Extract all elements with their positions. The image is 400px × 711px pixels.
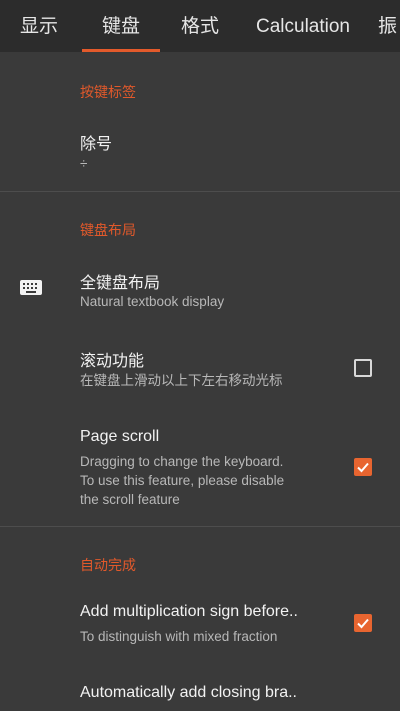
settings-list: 按键标签 除号 ÷ 键盘布局 全键盘布局 Natural textbook di… bbox=[0, 52, 400, 711]
full-keyboard-layout-subtitle: Natural textbook display bbox=[80, 294, 225, 309]
page-scroll-subtitle-line-3: the scroll feature bbox=[80, 492, 180, 507]
scroll-function-subtitle: 在键盘上滑动以上下左右移动光标 bbox=[80, 373, 283, 388]
division-sign-value: ÷ bbox=[80, 156, 88, 171]
page-scroll-title: Page scroll bbox=[80, 428, 160, 445]
page-scroll-checkbox[interactable] bbox=[354, 458, 372, 476]
checkmark-icon bbox=[357, 618, 369, 629]
division-sign-setting[interactable]: 除号 ÷ bbox=[0, 114, 400, 190]
keyboard-icon bbox=[20, 280, 42, 295]
page-scroll-subtitle-line-1: Dragging to change the keyboard. bbox=[80, 454, 284, 469]
section-header-keyboard-layout: 键盘布局 bbox=[80, 222, 136, 238]
page-scroll-subtitle-line-2: To use this feature, please disable bbox=[80, 473, 285, 488]
add-multiplication-setting[interactable]: Add multiplication sign before.. To dist… bbox=[0, 588, 400, 656]
division-sign-title: 除号 bbox=[80, 136, 113, 153]
page-scroll-setting[interactable]: Page scroll Dragging to change the keybo… bbox=[0, 414, 400, 514]
add-multiplication-checkbox[interactable] bbox=[354, 614, 372, 632]
add-multiplication-subtitle: To distinguish with mixed fraction bbox=[80, 629, 278, 644]
scroll-function-setting[interactable]: 滚动功能 在键盘上滑动以上下左右移动光标 bbox=[0, 332, 400, 402]
auto-closing-bracket-setting[interactable]: Automatically add closing bra.. bbox=[0, 670, 400, 711]
full-keyboard-layout-setting[interactable]: 全键盘布局 Natural textbook display bbox=[0, 252, 400, 324]
checkmark-icon bbox=[357, 462, 369, 473]
full-keyboard-layout-title: 全键盘布局 bbox=[80, 275, 161, 292]
section-divider bbox=[0, 526, 400, 527]
section-header-key-labels: 按键标签 bbox=[80, 84, 136, 100]
section-header-autocomplete: 自动完成 bbox=[80, 557, 136, 573]
tab-keyboard[interactable]: 键盘 bbox=[82, 0, 160, 52]
scroll-function-title: 滚动功能 bbox=[80, 353, 145, 370]
add-multiplication-title: Add multiplication sign before.. bbox=[80, 603, 298, 620]
section-divider bbox=[0, 191, 400, 192]
auto-closing-bracket-title: Automatically add closing bra.. bbox=[80, 684, 297, 701]
scroll-function-checkbox[interactable] bbox=[354, 359, 372, 377]
tab-format[interactable]: 格式 bbox=[162, 0, 238, 52]
tab-bar: 显示 键盘 格式 Calculation 振 bbox=[0, 0, 400, 52]
settings-screen: 显示 键盘 格式 Calculation 振 按键标签 除号 ÷ 键盘布局 全键… bbox=[0, 0, 400, 711]
tab-display[interactable]: 显示 bbox=[0, 0, 78, 52]
tab-vibration[interactable]: 振 bbox=[372, 0, 400, 52]
tab-calculation[interactable]: Calculation bbox=[244, 0, 362, 52]
